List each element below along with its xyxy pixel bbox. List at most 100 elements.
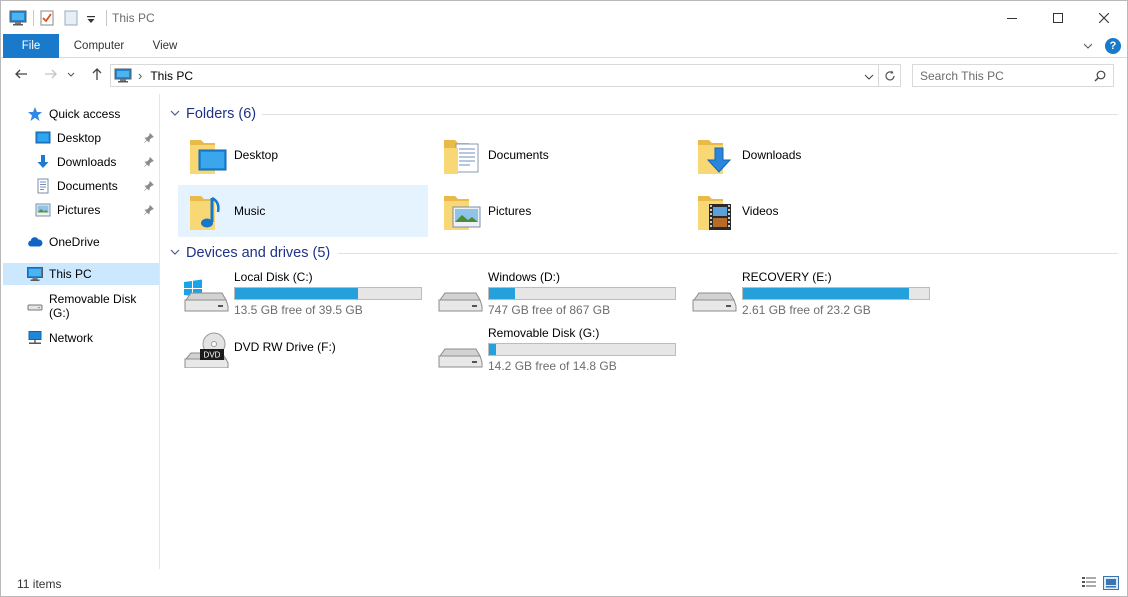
qat-separator — [106, 10, 107, 26]
ribbon-right: ? — [1083, 38, 1121, 54]
group-divider — [338, 253, 1118, 254]
sidebar-item-label: This PC — [49, 267, 92, 281]
downloads-folder-icon — [696, 134, 736, 176]
pin-icon[interactable] — [144, 199, 154, 221]
minimize-button[interactable] — [989, 1, 1035, 34]
recent-locations-button[interactable] — [65, 66, 77, 86]
sidebar-item-label: Pictures — [57, 203, 101, 217]
desktop-folder-icon — [188, 134, 228, 176]
search-box[interactable] — [912, 64, 1114, 87]
view-switcher — [1075, 576, 1119, 590]
computer-icon — [27, 266, 43, 282]
forward-button[interactable] — [41, 66, 61, 86]
properties-icon[interactable] — [38, 9, 56, 27]
explorer-window: This PC File Computer View ? › This PC S… — [0, 0, 1128, 597]
computer-icon[interactable] — [9, 9, 27, 27]
pin-icon[interactable] — [144, 151, 154, 173]
drive-c[interactable]: Local Disk (C:) 13.5 GB free of 39.5 GB — [178, 266, 428, 318]
window-title: This PC — [112, 11, 155, 25]
sidebar-item-documents[interactable]: Documents — [35, 175, 143, 197]
drive-free-space: 747 GB free of 867 GB — [488, 303, 611, 317]
sidebar-item-onedrive[interactable]: OneDrive — [27, 231, 159, 253]
drive-usage-fill — [235, 288, 358, 299]
sidebar-item-label: Downloads — [57, 155, 117, 169]
sidebar-item-removable-disk[interactable]: Removable Disk (G:) — [27, 292, 159, 320]
search-icon[interactable] — [1094, 70, 1106, 82]
sidebar-item-quick-access[interactable]: Quick access — [27, 103, 159, 125]
expand-ribbon-icon[interactable] — [1083, 39, 1093, 53]
drive-f[interactable]: DVD DVD RW Drive (F:) — [178, 322, 428, 374]
large-icons-view-icon[interactable] — [1103, 576, 1119, 590]
sidebar-item-desktop[interactable]: Desktop — [35, 127, 143, 149]
pin-icon[interactable] — [144, 175, 154, 197]
drive-free-space: 14.2 GB free of 14.8 GB — [488, 359, 617, 373]
group-divider — [262, 114, 1118, 115]
removable-drive-icon — [27, 298, 43, 314]
drive-d[interactable]: Windows (D:) 747 GB free of 867 GB — [432, 266, 682, 318]
address-dropdown-icon[interactable] — [864, 71, 874, 81]
drive-name: RECOVERY (E:) — [742, 270, 832, 284]
pictures-icon — [35, 202, 51, 218]
drive-g[interactable]: Removable Disk (G:) 14.2 GB free of 14.8… — [432, 322, 682, 374]
dvd-drive-icon: DVD — [182, 332, 230, 369]
folder-label: Desktop — [234, 148, 279, 162]
pictures-folder-icon — [442, 190, 482, 232]
sidebar-item-downloads[interactable]: Downloads — [35, 151, 143, 173]
sidebar-item-label: Removable Disk (G:) — [49, 292, 137, 320]
ribbon-tabs: File Computer View ? — [1, 34, 1127, 58]
breadcrumb-this-pc[interactable]: This PC — [150, 69, 193, 83]
address-bar[interactable]: › This PC — [110, 64, 879, 87]
back-button[interactable] — [11, 66, 31, 86]
refresh-button[interactable] — [879, 64, 901, 87]
close-button[interactable] — [1081, 1, 1127, 34]
sidebar-item-label: Network — [49, 331, 94, 345]
folder-documents[interactable]: Documents — [432, 129, 682, 181]
drive-e[interactable]: RECOVERY (E:) 2.61 GB free of 23.2 GB — [686, 266, 936, 318]
tab-file[interactable]: File — [3, 34, 59, 58]
new-folder-icon[interactable] — [62, 9, 80, 27]
network-icon — [27, 330, 43, 346]
folder-desktop[interactable]: Desktop — [178, 129, 428, 181]
maximize-button[interactable] — [1035, 1, 1081, 34]
drive-name: Removable Disk (G:) — [488, 326, 600, 340]
up-button[interactable] — [87, 66, 107, 86]
folders-group-header[interactable]: Folders (6) — [170, 103, 1120, 125]
music-folder-icon — [188, 190, 228, 232]
title-bar: This PC — [1, 1, 1127, 34]
customize-qat-icon[interactable] — [86, 9, 96, 27]
folder-label: Music — [234, 204, 266, 218]
help-button[interactable]: ? — [1105, 38, 1121, 54]
pin-icon[interactable] — [144, 127, 154, 149]
folder-pictures[interactable]: Pictures — [432, 185, 682, 237]
videos-folder-icon — [696, 190, 736, 232]
address-row: › This PC — [1, 59, 1127, 93]
breadcrumb-separator[interactable]: › — [138, 68, 142, 83]
documents-folder-icon — [442, 134, 482, 176]
window-controls — [989, 1, 1127, 34]
devices-group-header[interactable]: Devices and drives (5) — [170, 242, 1120, 264]
drive-name: DVD RW Drive (F:) — [234, 340, 336, 354]
hard-drive-icon — [436, 276, 484, 312]
drive-usage-bar — [742, 287, 930, 300]
drive-free-space: 13.5 GB free of 39.5 GB — [234, 303, 363, 317]
drive-name: Windows (D:) — [488, 270, 561, 284]
drive-usage-fill — [489, 288, 516, 299]
tab-computer[interactable]: Computer — [63, 34, 135, 58]
folder-videos[interactable]: Videos — [686, 185, 936, 237]
sidebar-item-network[interactable]: Network — [27, 327, 159, 349]
sidebar-item-this-pc[interactable]: This PC — [3, 263, 159, 285]
folder-music[interactable]: Music — [178, 185, 428, 237]
documents-icon — [35, 178, 51, 194]
content-area: Folders (6) Desktop Documents Downloads — [162, 94, 1127, 569]
dvd-label: DVD — [204, 351, 221, 360]
search-input[interactable] — [913, 68, 1083, 83]
sidebar-item-pictures[interactable]: Pictures — [35, 199, 143, 221]
folder-downloads[interactable]: Downloads — [686, 129, 936, 181]
sidebar-item-label: Quick access — [49, 107, 121, 121]
drive-usage-fill — [489, 344, 497, 355]
tab-view[interactable]: View — [141, 34, 189, 58]
downloads-icon — [35, 154, 51, 170]
details-view-icon[interactable] — [1081, 576, 1097, 590]
quick-access-toolbar — [9, 8, 111, 28]
group-title: Folders (6) — [186, 106, 257, 122]
